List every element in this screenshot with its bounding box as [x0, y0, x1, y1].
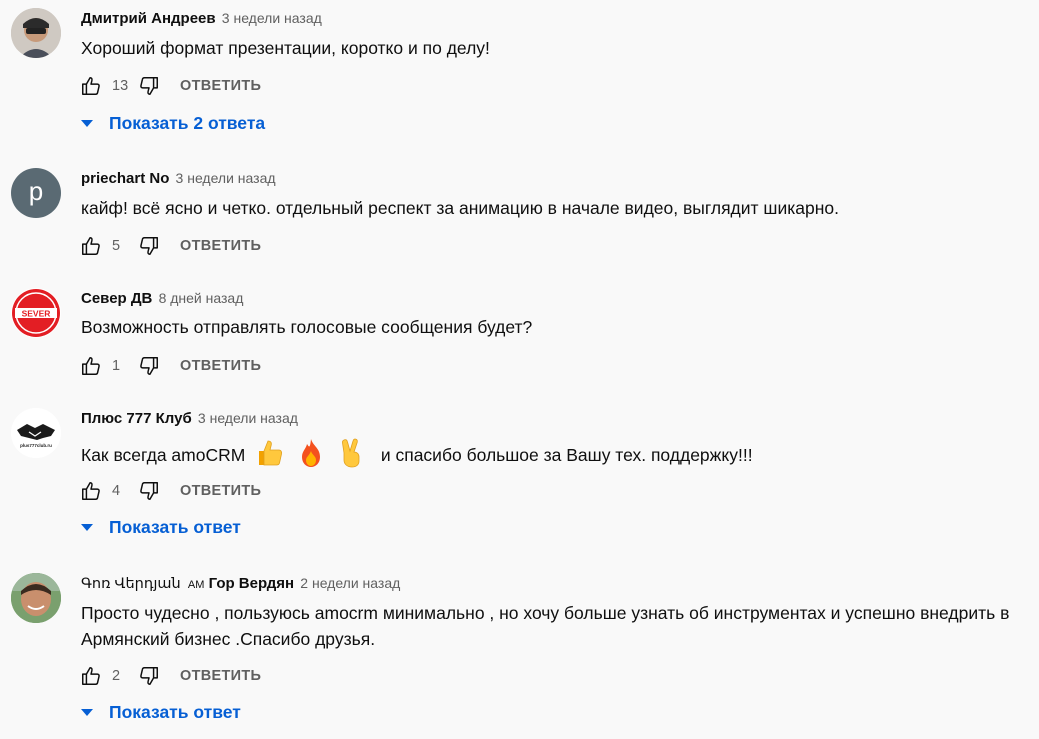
sever-logo-icon: SEVER [12, 289, 60, 337]
thumbs-up-icon [253, 437, 285, 476]
reply-button[interactable]: ОТВЕТИТЬ [180, 668, 261, 684]
avatar[interactable] [11, 8, 61, 58]
caret-down-icon [81, 524, 93, 531]
show-replies-label: Показать ответ [109, 517, 241, 537]
caret-down-icon [81, 709, 93, 716]
person-photo-avatar-icon [11, 8, 61, 58]
comment-text: Возможность отправлять голосовые сообщен… [81, 317, 533, 337]
avatar[interactable]: plus777club.ru [11, 408, 61, 458]
dislike-icon[interactable] [138, 75, 160, 97]
reply-button[interactable]: ОТВЕТИТЬ [180, 483, 261, 499]
handshake-logo-icon: plus777club.ru [11, 408, 61, 458]
comment-text: кайф! всё ясно и четко. отдельный респек… [81, 198, 839, 218]
comment-text: Хороший формат презентации, коротко и по… [81, 38, 490, 58]
comment-author-prefix: Գոռ Վերդյան [81, 576, 181, 592]
avatar[interactable]: SEVER [11, 288, 61, 338]
comment-author-locale: AM [187, 579, 205, 591]
comment-time[interactable]: 2 недели назад [300, 575, 400, 591]
comment-author[interactable]: Север ДВ [81, 290, 152, 307]
dislike-icon[interactable] [138, 665, 160, 687]
reply-button[interactable]: ОТВЕТИТЬ [180, 78, 261, 94]
like-count: 1 [112, 358, 121, 374]
comment-author[interactable]: priechart No [81, 170, 169, 187]
avatar[interactable]: p [11, 168, 61, 218]
person-photo-avatar-icon [11, 573, 61, 623]
like-count: 5 [112, 238, 121, 254]
comment-time[interactable]: 3 недели назад [176, 170, 276, 186]
caret-down-icon [81, 120, 93, 127]
show-replies-label: Показать 2 ответа [109, 113, 266, 133]
avatar-logo-text: SEVER [22, 309, 51, 319]
comment-author[interactable]: Плюс 777 Клуб [81, 410, 192, 427]
victory-hand-icon [337, 437, 365, 476]
show-replies-button[interactable]: Показать 2 ответа [79, 113, 265, 134]
show-replies-label: Показать ответ [109, 702, 241, 722]
show-replies-button[interactable]: Показать ответ [79, 702, 241, 723]
reply-button[interactable]: ОТВЕТИТЬ [180, 238, 261, 254]
comment-text: Просто чудесно , пользуюсь amocrm минима… [81, 603, 1010, 649]
dislike-icon[interactable] [138, 355, 160, 377]
like-count: 13 [112, 78, 129, 94]
comment-text: Как всегда amoCRM и спасибо большое за В… [81, 437, 1031, 476]
dislike-icon[interactable] [138, 480, 160, 502]
comment-text-part: и спасибо большое за Вашу тех. поддержку… [380, 445, 753, 466]
like-icon[interactable] [80, 480, 102, 502]
dislike-icon[interactable] [138, 235, 160, 257]
comment-author[interactable]: Дмитрий Андреев [81, 10, 216, 27]
like-count: 4 [112, 483, 121, 499]
like-count: 2 [112, 668, 121, 684]
comment-time[interactable]: 3 недели назад [222, 10, 322, 26]
like-icon[interactable] [80, 355, 102, 377]
comment-author[interactable]: Гор Вердян [209, 575, 295, 592]
show-replies-button[interactable]: Показать ответ [79, 517, 241, 538]
fire-icon [296, 437, 326, 476]
comment-time[interactable]: 3 недели назад [198, 410, 298, 426]
avatar-logo-text: plus777club.ru [20, 443, 52, 448]
avatar-letter: p [28, 176, 44, 206]
like-icon[interactable] [80, 235, 102, 257]
comment-text-part: Как всегда amoCRM [81, 445, 246, 466]
avatar[interactable] [11, 573, 61, 623]
like-icon[interactable] [80, 75, 102, 97]
like-icon[interactable] [80, 665, 102, 687]
reply-button[interactable]: ОТВЕТИТЬ [180, 358, 261, 374]
comment-time[interactable]: 8 дней назад [159, 290, 244, 306]
